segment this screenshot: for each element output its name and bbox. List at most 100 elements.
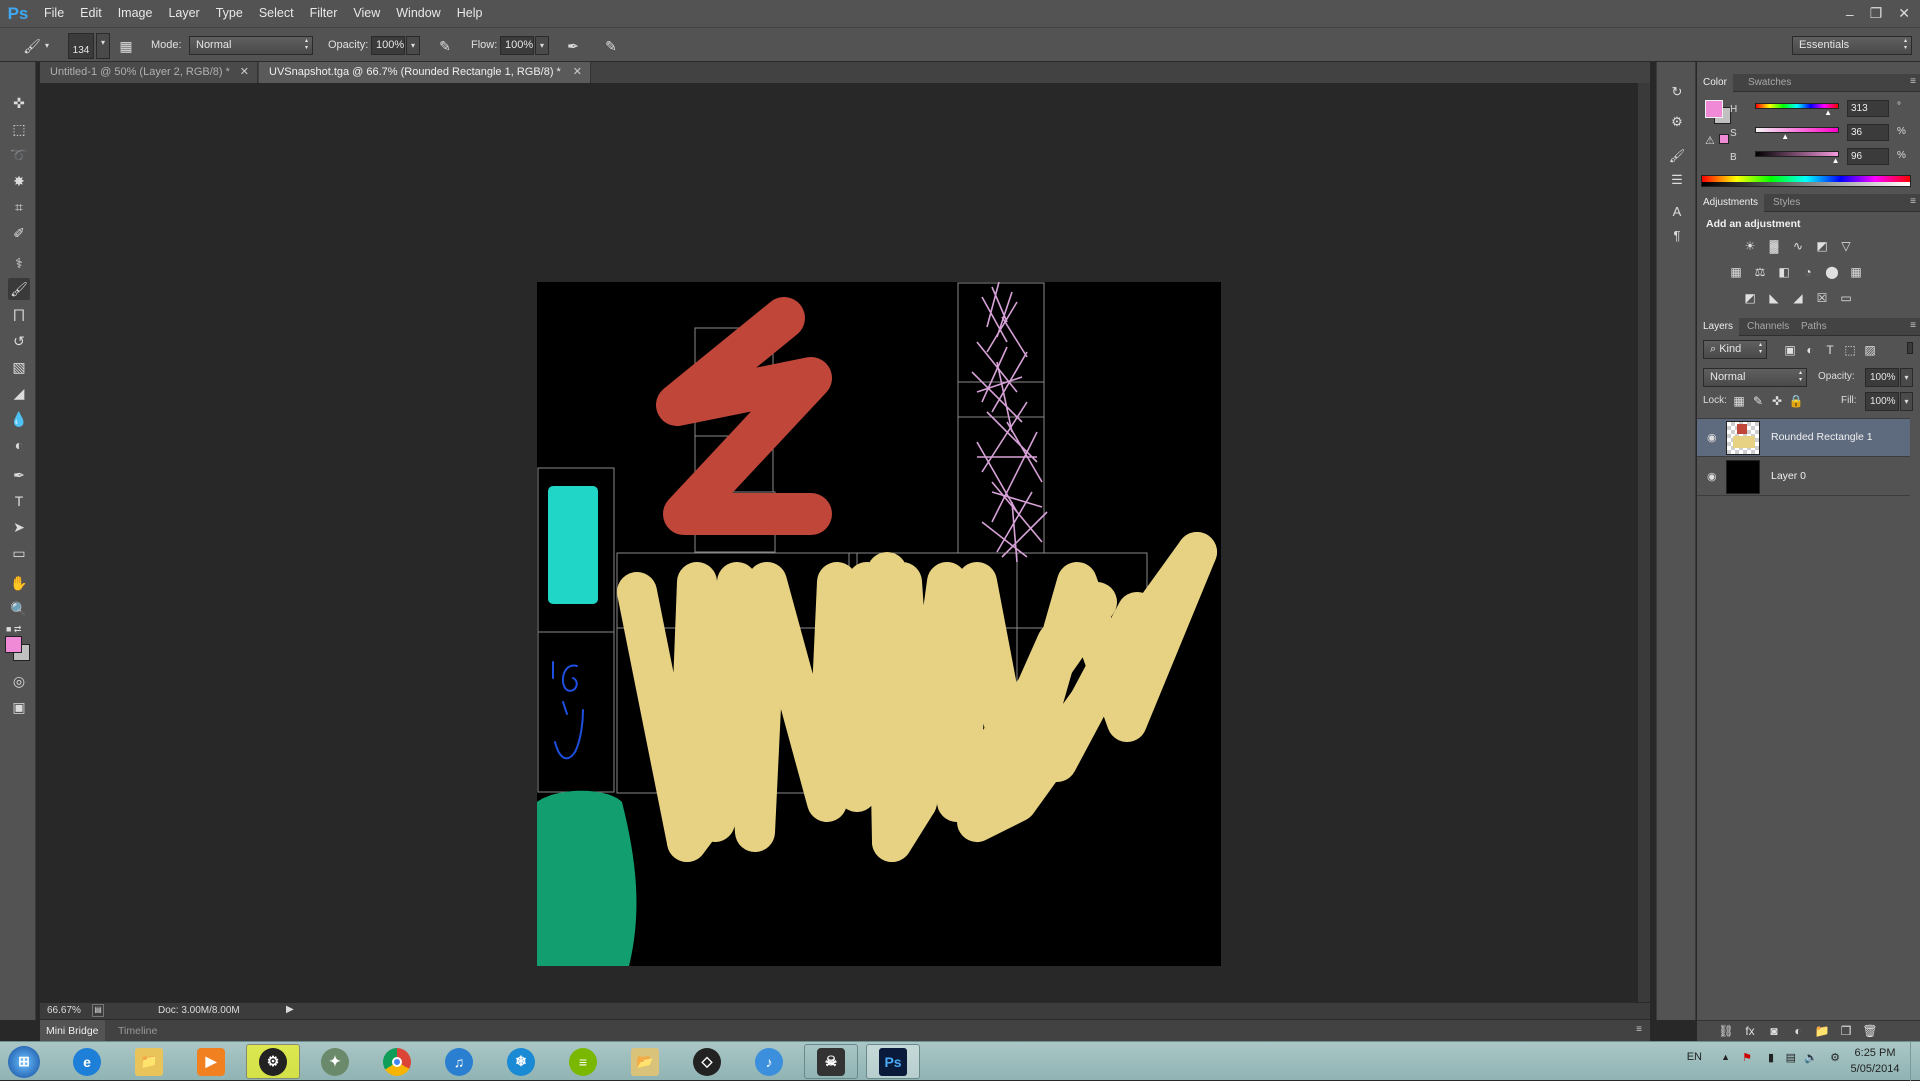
layer-row-layer-0[interactable]: ◉ Layer 0 bbox=[1697, 458, 1910, 496]
close-button[interactable]: ✕ bbox=[1898, 5, 1910, 22]
new-layer-icon[interactable]: ❐ bbox=[1837, 1023, 1855, 1039]
layer-opacity-arrow-icon[interactable]: ▾ bbox=[1900, 368, 1913, 387]
photo-filter-icon[interactable]: ◔ bbox=[1799, 264, 1817, 280]
lock-transparent-icon[interactable]: ▦ bbox=[1730, 393, 1748, 409]
visibility-eye-icon[interactable]: ◉ bbox=[1707, 431, 1717, 444]
action-center-icon[interactable]: ⚑ bbox=[1742, 1051, 1752, 1064]
visibility-eye-icon[interactable]: ◉ bbox=[1707, 470, 1717, 483]
dodge-tool-icon[interactable]: ◐ bbox=[8, 434, 30, 456]
tool-preset-dropdown-icon[interactable]: ▾ bbox=[42, 36, 52, 56]
close-icon[interactable]: ✕ bbox=[240, 62, 249, 83]
new-group-icon[interactable]: 📁 bbox=[1813, 1023, 1831, 1039]
restore-button[interactable]: ❐ bbox=[1870, 5, 1883, 22]
delete-layer-icon[interactable]: 🗑 bbox=[1861, 1023, 1879, 1039]
brush-size-picker[interactable]: 134 bbox=[68, 33, 94, 59]
add-mask-icon[interactable]: ◙ bbox=[1765, 1023, 1783, 1039]
language-indicator[interactable]: EN bbox=[1687, 1051, 1702, 1063]
color-balance-icon[interactable]: ⚖ bbox=[1751, 264, 1769, 280]
zoom-level[interactable]: 66.67% bbox=[47, 1005, 81, 1016]
new-adjustment-layer-icon[interactable]: ◐ bbox=[1789, 1023, 1807, 1039]
pen-tool-icon[interactable]: ✒ bbox=[8, 464, 30, 486]
taskbar-itunes[interactable]: ♫ bbox=[432, 1044, 486, 1079]
tab-uvsnapshot[interactable]: UVSnapshot.tga @ 66.7% (Rounded Rectangl… bbox=[259, 62, 591, 83]
tab-untitled-1[interactable]: Untitled-1 @ 50% (Layer 2, RGB/8) * ✕ bbox=[40, 62, 258, 83]
layer-name[interactable]: Rounded Rectangle 1 bbox=[1771, 431, 1873, 443]
menu-edit[interactable]: Edit bbox=[72, 0, 110, 27]
hue-slider-handle[interactable]: ▲ bbox=[1824, 108, 1832, 117]
selective-color-icon[interactable]: ☒ bbox=[1813, 290, 1831, 306]
steam-tray-icon[interactable]: ⚙ bbox=[1830, 1051, 1840, 1064]
foreground-color-swatch[interactable] bbox=[5, 636, 22, 653]
black-white-icon[interactable]: ◧ bbox=[1775, 264, 1793, 280]
power-icon[interactable]: ▮ bbox=[1768, 1051, 1774, 1064]
brush-presets-icon[interactable]: ☰ bbox=[1667, 170, 1687, 190]
show-desktop-button[interactable] bbox=[1910, 1042, 1920, 1081]
layer-name[interactable]: Layer 0 bbox=[1771, 470, 1806, 482]
color-ramp[interactable] bbox=[1701, 175, 1911, 187]
saturation-slider[interactable] bbox=[1755, 127, 1839, 133]
paragraph-panel-icon[interactable]: ¶ bbox=[1667, 226, 1687, 246]
tab-layers[interactable]: Layers bbox=[1697, 318, 1740, 336]
menu-image[interactable]: Image bbox=[110, 0, 161, 27]
menu-type[interactable]: Type bbox=[208, 0, 251, 27]
type-tool-icon[interactable]: T bbox=[8, 490, 30, 512]
menu-view[interactable]: View bbox=[345, 0, 388, 27]
taskbar-photoshop[interactable]: Ps bbox=[866, 1044, 920, 1079]
vibrance-icon[interactable]: ▽ bbox=[1837, 238, 1855, 254]
filter-shape-icon[interactable]: ⬚ bbox=[1841, 342, 1859, 358]
brightness-slider[interactable] bbox=[1755, 151, 1839, 157]
brightness-slider-handle[interactable]: ▲ bbox=[1832, 156, 1840, 165]
tab-channels[interactable]: Channels bbox=[1741, 318, 1795, 336]
opacity-dropdown-icon[interactable]: ▾ bbox=[406, 36, 420, 55]
levels-icon[interactable]: ▓ bbox=[1765, 238, 1783, 254]
layer-row-rounded-rectangle-1[interactable]: ◉ Rounded Rectangle 1 bbox=[1697, 419, 1910, 457]
brightness-field[interactable]: 96 bbox=[1847, 148, 1889, 165]
taskbar-unity[interactable]: ◇ bbox=[680, 1044, 734, 1079]
panel-menu-icon[interactable]: ≡ bbox=[1910, 196, 1916, 207]
zoom-tool-icon[interactable]: 🔍 bbox=[8, 598, 30, 620]
taskbar-media-player[interactable]: ▶ bbox=[184, 1044, 238, 1079]
menu-layer[interactable]: Layer bbox=[160, 0, 207, 27]
brightness-contrast-icon[interactable]: ☀ bbox=[1741, 238, 1759, 254]
hue-saturation-icon[interactable]: ▦ bbox=[1727, 264, 1745, 280]
move-tool-icon[interactable]: ✜ bbox=[8, 92, 30, 114]
panel-menu-icon[interactable]: ≡ bbox=[1636, 1024, 1642, 1035]
taskbar-steam[interactable]: ⚙ bbox=[246, 1044, 300, 1079]
taskbar-folder-2[interactable]: 📂 bbox=[618, 1044, 672, 1079]
taskbar-itunes-2[interactable]: ♪ bbox=[742, 1044, 796, 1079]
pressure-opacity-icon[interactable]: ✎ bbox=[435, 36, 455, 56]
filter-adjustment-icon[interactable]: ◐ bbox=[1801, 342, 1819, 358]
crop-tool-icon[interactable]: ⌗ bbox=[8, 196, 30, 218]
tab-styles[interactable]: Styles bbox=[1767, 194, 1806, 212]
airbrush-icon[interactable]: ✒ bbox=[563, 36, 583, 56]
vertical-scrollbar[interactable] bbox=[1638, 83, 1650, 1002]
network-icon[interactable]: ▤ bbox=[1786, 1051, 1796, 1064]
path-selection-tool-icon[interactable]: ➤ bbox=[8, 516, 30, 538]
taskbar-app-turtle[interactable]: ✦ bbox=[308, 1044, 362, 1079]
panel-menu-icon[interactable]: ≡ bbox=[1910, 76, 1916, 87]
lasso-tool-icon[interactable]: ➰ bbox=[8, 144, 30, 166]
pressure-size-icon[interactable]: ✎ bbox=[601, 36, 621, 56]
volume-icon[interactable]: 🔊 bbox=[1804, 1051, 1818, 1064]
minimize-button[interactable]: – bbox=[1846, 6, 1854, 22]
brush-panel-icon[interactable]: 🖌 bbox=[1667, 146, 1687, 166]
layer-style-fx-icon[interactable]: fx bbox=[1741, 1023, 1759, 1039]
layer-blend-mode-dropdown[interactable]: Normal bbox=[1703, 368, 1807, 387]
filter-toggle-switch[interactable] bbox=[1907, 342, 1913, 354]
color-fg-swatch[interactable] bbox=[1705, 100, 1723, 118]
menu-help[interactable]: Help bbox=[449, 0, 491, 27]
filter-pixel-icon[interactable]: ▣ bbox=[1781, 342, 1799, 358]
properties-panel-icon[interactable]: ⚙ bbox=[1667, 112, 1687, 132]
swap-colors-icon[interactable]: ■ ⇄ bbox=[6, 624, 32, 636]
menu-select[interactable]: Select bbox=[251, 0, 302, 27]
tab-swatches[interactable]: Swatches bbox=[1742, 74, 1797, 92]
layer-opacity-field[interactable]: 100% bbox=[1865, 368, 1899, 387]
history-brush-tool-icon[interactable]: ↺ bbox=[8, 330, 30, 352]
fill-arrow-icon[interactable]: ▾ bbox=[1900, 392, 1913, 411]
flow-dropdown-icon[interactable]: ▾ bbox=[535, 36, 549, 55]
fill-field[interactable]: 100% bbox=[1865, 392, 1899, 411]
shape-tool-icon[interactable]: ▭ bbox=[8, 542, 30, 564]
tab-color[interactable]: Color bbox=[1697, 74, 1733, 92]
eyedropper-tool-icon[interactable]: ✐ bbox=[8, 222, 30, 244]
status-info-icon[interactable]: ▤ bbox=[92, 1004, 104, 1017]
